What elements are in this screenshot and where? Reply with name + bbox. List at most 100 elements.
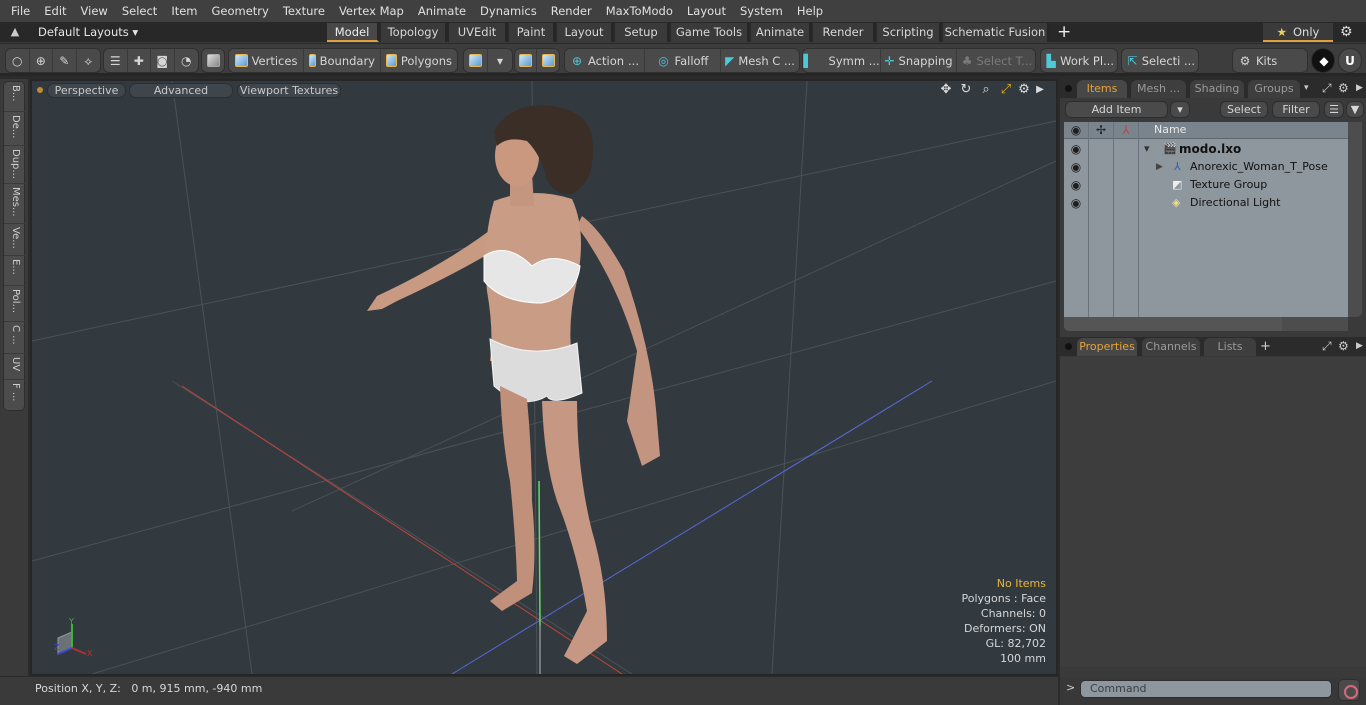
tab-animate[interactable]: Animate [751, 23, 811, 42]
center-button[interactable] [515, 49, 538, 72]
menu-help[interactable]: Help [790, 0, 830, 22]
tab-schematic-fusion[interactable]: Schematic Fusion [943, 23, 1049, 42]
tab-topology[interactable]: Topology [381, 23, 447, 42]
unity-button[interactable]: ◆ [1311, 48, 1335, 73]
locator-column-icon[interactable]: ⅄ [1119, 123, 1133, 137]
action-center-button[interactable]: ⊕ Action ... [565, 49, 645, 72]
tab-model[interactable]: Model [327, 23, 379, 42]
items-mode-button[interactable] [202, 49, 224, 72]
vtab-duplicate[interactable]: Dup... [4, 146, 26, 184]
select-through-button[interactable]: ♣ Select T... [957, 49, 1035, 72]
menu-maxtomodo[interactable]: MaxToModo [599, 0, 680, 22]
command-input[interactable]: Command [1080, 680, 1332, 698]
woman-model[interactable] [367, 105, 660, 664]
layouts-dropdown[interactable]: Default Layouts ▾ [38, 24, 138, 41]
tab-channels[interactable]: Channels [1142, 338, 1200, 356]
collapse-up-icon[interactable]: ▲ [8, 25, 22, 39]
dial-button[interactable]: ◔ [175, 49, 198, 72]
menu-render[interactable]: Render [544, 0, 599, 22]
eye-icon[interactable]: ◉ [1069, 178, 1083, 192]
menu-texture[interactable]: Texture [276, 0, 332, 22]
pivot-button[interactable] [537, 49, 559, 72]
viewport-menu-dot[interactable] [37, 87, 43, 93]
tab-game-tools[interactable]: Game Tools [671, 23, 749, 42]
vtab-vertex[interactable]: Ve... [4, 224, 26, 256]
add-item-dropdown[interactable]: ▾ [1170, 101, 1190, 118]
mode-dropdown-button[interactable]: ▾ [488, 49, 512, 72]
viewport-gear-icon[interactable]: ⚙ [1016, 82, 1032, 98]
expand-panel-icon[interactable]: ⤢ [1322, 80, 1332, 97]
vtab-edge[interactable]: E... [4, 256, 26, 286]
menu-select[interactable]: Select [115, 0, 164, 22]
sphere-tool-button[interactable]: ○ [6, 49, 30, 72]
menu-animate[interactable]: Animate [411, 0, 473, 22]
eye-icon[interactable]: ◉ [1069, 142, 1083, 156]
align-tool-button[interactable]: ☰ [104, 49, 128, 72]
collapsed-triangle-icon[interactable]: ▶ [1156, 159, 1163, 175]
work-plane-button[interactable]: ▙ Work Pl... [1041, 49, 1117, 72]
tree-row-scene[interactable]: ◉ ▾ 🎬 modo.lxo [1064, 140, 1348, 158]
tab-groups[interactable]: Groups [1248, 80, 1300, 98]
tree-row-light[interactable]: ◉ ◈ Directional Light [1064, 194, 1348, 212]
name-column-header[interactable]: Name [1154, 122, 1186, 138]
kits-button[interactable]: ⚙ Kits [1233, 49, 1307, 72]
menu-geometry[interactable]: Geometry [205, 0, 276, 22]
vtab-fusion[interactable]: F ... [4, 380, 26, 410]
vtab-deform[interactable]: De... [4, 112, 26, 146]
panel-gear-icon[interactable]: ⚙ [1338, 80, 1349, 97]
menu-edit[interactable]: Edit [37, 0, 73, 22]
list-options-button[interactable]: ☰ [1324, 101, 1344, 118]
vtab-uv[interactable]: UV [4, 354, 26, 380]
record-macro-button[interactable] [1338, 679, 1360, 701]
3d-viewport[interactable]: Perspective Advanced Viewport Textures ✥… [30, 79, 1058, 676]
menu-vertex-map[interactable]: Vertex Map [332, 0, 411, 22]
tree-horizontal-scrollbar-thumb[interactable] [1064, 317, 1282, 331]
panel-gear-icon[interactable]: ⚙ [1338, 338, 1349, 355]
eye-icon[interactable]: ◉ [1069, 160, 1083, 174]
add-panel-tab-button[interactable]: + [1260, 338, 1271, 355]
menu-dynamics[interactable]: Dynamics [473, 0, 544, 22]
boundary-mode-button[interactable]: Boundary [304, 49, 381, 72]
uv-cross-button[interactable]: ✚ [128, 49, 151, 72]
tab-render[interactable]: Render [813, 23, 875, 42]
expand-panel-icon[interactable]: ⤢ [1322, 338, 1332, 355]
panel-menu-dot[interactable] [1065, 85, 1072, 92]
symmetry-button[interactable]: ▌ Symm ... [803, 49, 881, 72]
tabs-overflow-icon[interactable]: ▾ [1304, 80, 1309, 97]
menu-layout[interactable]: Layout [680, 0, 733, 22]
pan-icon[interactable]: ✥ [938, 82, 954, 98]
maximize-icon[interactable]: ⤢ [998, 82, 1014, 98]
add-tab-button[interactable]: + [1057, 22, 1071, 42]
vertices-mode-button[interactable]: Vertices [229, 49, 304, 72]
tab-shading[interactable]: Shading [1190, 80, 1244, 98]
tab-lists[interactable]: Lists [1204, 338, 1256, 356]
perspective-dropdown[interactable]: Perspective [47, 83, 126, 98]
eye-icon[interactable]: ◉ [1069, 196, 1083, 210]
filter-button[interactable]: Filter [1272, 101, 1320, 118]
tab-properties[interactable]: Properties [1077, 338, 1137, 356]
select-button[interactable]: Select [1220, 101, 1268, 118]
filter-funnel-button[interactable]: ▼ [1346, 101, 1364, 118]
snapping-button[interactable]: ✛ Snapping [881, 49, 957, 72]
tree-vertical-scrollbar[interactable] [1348, 122, 1362, 317]
falloff-button[interactable]: ◎ Falloff [645, 49, 721, 72]
tab-setup[interactable]: Setup [615, 23, 669, 42]
vtab-mesh-edit[interactable]: Mes... [4, 184, 26, 224]
tab-mesh-ops[interactable]: Mesh ... [1131, 80, 1186, 98]
material-mode-button[interactable] [464, 49, 488, 72]
unreal-button[interactable]: U [1338, 48, 1362, 73]
panel-menu-dot[interactable] [1065, 343, 1072, 350]
frame-button[interactable]: ◙ [151, 49, 175, 72]
vtab-basic[interactable]: B... [4, 82, 26, 112]
add-item-button[interactable]: Add Item [1065, 101, 1168, 118]
tree-row-mesh[interactable]: ◉ ▶ ⅄ Anorexic_Woman_T_Pose [1064, 158, 1348, 176]
tab-uvedit[interactable]: UVEdit [449, 23, 507, 42]
rotate-icon[interactable]: ↻ [958, 82, 974, 98]
tree-row-texture-group[interactable]: ◉ ◩ Texture Group [1064, 176, 1348, 194]
pen-tool-button[interactable]: ✎ [53, 49, 77, 72]
expand-triangle-icon[interactable]: ▾ [1144, 141, 1150, 157]
play-arrow-icon[interactable]: ▶ [1032, 82, 1048, 98]
menu-file[interactable]: File [4, 0, 37, 22]
lock-column-icon[interactable]: ✢ [1094, 123, 1108, 137]
visibility-column-icon[interactable]: ◉ [1069, 123, 1083, 137]
